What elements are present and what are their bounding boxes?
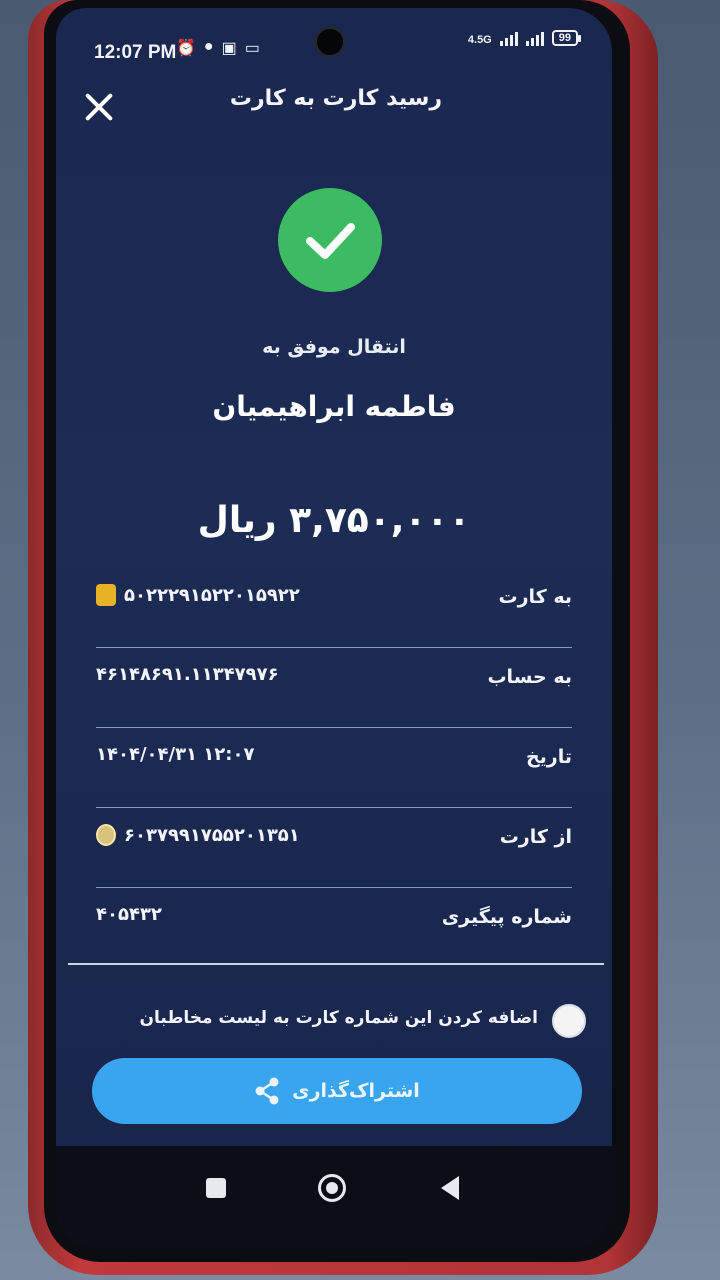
signal-icon-2 [525,30,544,46]
message-icon: ● [203,38,214,55]
share-button[interactable]: اشتراک‌گذاری [92,1058,582,1124]
destination-card-number: ۵۰۲۲۲۹۱۵۲۲۰۱۵۹۲۲ [124,584,300,606]
account-number: ۴۶۱۴۸۶۹۱.۱۱۳۴۷۹۷۶ [96,664,279,685]
detail-row-account: به حساب ۴۶۱۴۸۶۹۱.۱۱۳۴۷۹۷۶ [96,648,572,728]
share-icon [255,1077,279,1105]
transfer-date: ۱۴۰۴/۰۴/۳۱ ۱۲:۰۷ [96,744,255,765]
network-type: 4.5G [467,34,492,46]
destination-bank-logo-icon [96,584,116,606]
home-icon[interactable] [318,1174,346,1202]
detail-row-date: تاریخ ۱۴۰۴/۰۴/۳۱ ۱۲:۰۷ [96,728,572,808]
transfer-status: انتقال موفق به [262,336,406,358]
receipt-details: به کارت ۵۰۲۲۲۹۱۵۲۲۰۱۵۹۲۲ به حساب ۴۶۱۴۸۶۹… [96,568,572,968]
alarm-icon: ⏰ [176,40,196,57]
tracking-number: ۴۰۵۴۳۲ [96,904,162,925]
detail-label: از کارت [499,826,572,848]
page-title: رسید کارت به کارت [229,86,443,111]
success-check-icon [278,188,382,292]
instagram-icon: ▣ [221,40,237,57]
status-bar: 12:07 PM ⏰ ● ▣ ▭ 4.5G 99 [56,8,612,88]
front-camera [314,26,346,58]
close-icon[interactable] [82,90,114,122]
back-icon[interactable] [441,1176,459,1200]
add-to-contacts-label: اضافه کردن این شماره کارت به لیست مخاطبا… [139,1008,539,1028]
source-bank-logo-icon [96,824,116,846]
detail-label: به کارت [498,586,573,608]
detail-row-destination-card: به کارت ۵۰۲۲۲۹۱۵۲۲۰۱۵۹۲۲ [96,568,572,648]
section-divider [68,963,604,965]
status-time: 12:07 PM [94,42,177,63]
detail-value: ۶۰۳۷۹۹۱۷۵۵۲۰۱۳۵۱ [96,824,300,846]
detail-label: تاریخ [525,746,572,768]
detail-row-tracking: شماره پیگیری ۴۰۵۴۳۲ [96,888,572,968]
detail-label: به حساب [487,666,572,688]
android-nav-bar [56,1146,612,1248]
phone-screen: 12:07 PM ⏰ ● ▣ ▭ 4.5G 99 رسید کارت به کا… [56,8,612,1248]
notification-icons: ⏰ ● ▣ ▭ [176,38,260,58]
recents-icon[interactable] [206,1178,226,1198]
battery-icon: 99 [551,30,582,46]
share-label: اشتراک‌گذاری [292,1080,420,1102]
detail-label: شماره پیگیری [441,906,572,928]
recipient-name: فاطمه ابراهیمیان [212,390,456,423]
card-icon: ▭ [244,40,260,57]
system-icons: 4.5G 99 [467,30,582,46]
radio-toggle[interactable] [552,1004,586,1038]
add-to-contacts-toggle[interactable]: اضافه کردن این شماره کارت به لیست مخاطبا… [140,1000,586,1040]
signal-icon [499,30,518,46]
source-card-number: ۶۰۳۷۹۹۱۷۵۵۲۰۱۳۵۱ [124,824,300,846]
detail-row-source-card: از کارت ۶۰۳۷۹۹۱۷۵۵۲۰۱۳۵۱ [96,808,572,888]
transfer-amount: ۳,۷۵۰,۰۰۰ ریال [197,500,471,541]
detail-value: ۵۰۲۲۲۹۱۵۲۲۰۱۵۹۲۲ [96,584,300,606]
